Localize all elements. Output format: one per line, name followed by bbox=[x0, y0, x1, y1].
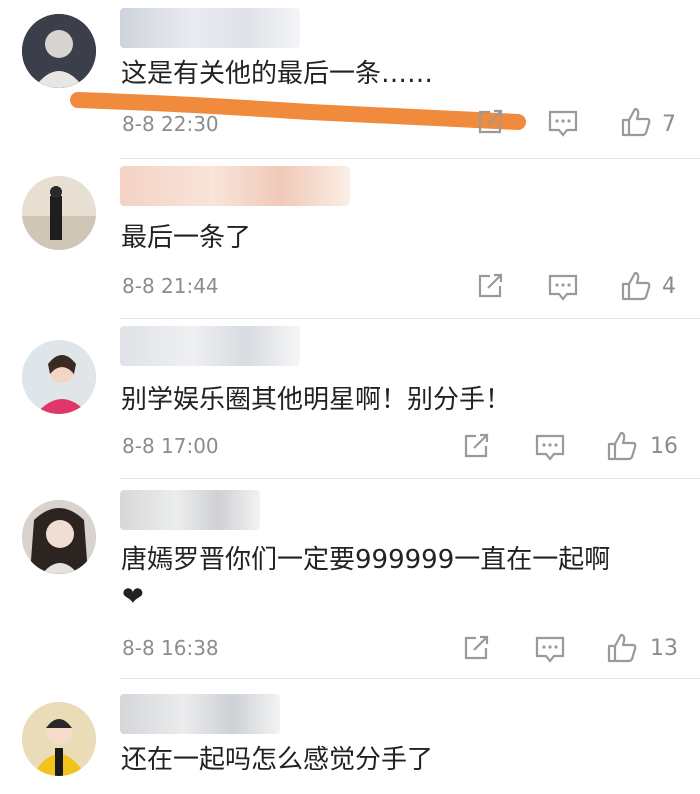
avatar[interactable] bbox=[22, 14, 96, 88]
comment-text: 最后一条了 bbox=[121, 223, 252, 253]
person-avatar-icon bbox=[22, 702, 96, 776]
like-count: 4 bbox=[662, 274, 676, 299]
comment-text: 唐嫣罗晋你们一定要999999一直在一起啊 bbox=[121, 545, 611, 575]
comment-time: 8-8 16:38 bbox=[122, 636, 219, 660]
heart-emoji: ❤ bbox=[122, 582, 144, 612]
like-count: 16 bbox=[650, 434, 678, 459]
divider bbox=[120, 158, 700, 159]
comment-icon[interactable] bbox=[534, 432, 566, 464]
share-icon[interactable] bbox=[460, 430, 492, 462]
divider bbox=[120, 478, 700, 479]
comment-item: 别学娱乐圈其他明星啊！别分手！ 8-8 17:00 16 bbox=[0, 320, 700, 480]
comment-icon[interactable] bbox=[547, 272, 579, 304]
avatar[interactable] bbox=[22, 500, 96, 574]
annotation-stroke bbox=[70, 92, 526, 130]
username-blurred[interactable] bbox=[120, 8, 300, 48]
share-icon[interactable] bbox=[460, 632, 492, 664]
comment-item: 这是有关他的最后一条…… 8-8 22:30 7 bbox=[0, 0, 700, 160]
share-icon[interactable] bbox=[474, 270, 506, 302]
comment-icon[interactable] bbox=[547, 108, 579, 140]
divider bbox=[120, 678, 700, 679]
like-icon[interactable] bbox=[620, 270, 652, 302]
comment-time: 8-8 17:00 bbox=[122, 434, 219, 458]
person-avatar-icon bbox=[22, 500, 96, 574]
person-avatar-icon bbox=[22, 340, 96, 414]
person-avatar-icon bbox=[22, 14, 96, 88]
username-blurred[interactable] bbox=[120, 694, 280, 734]
username-blurred[interactable] bbox=[120, 166, 350, 206]
avatar[interactable] bbox=[22, 340, 96, 414]
comment-time: 8-8 21:44 bbox=[122, 274, 219, 298]
like-count: 13 bbox=[650, 636, 678, 661]
like-icon[interactable] bbox=[606, 430, 638, 462]
like-count: 7 bbox=[662, 112, 676, 137]
like-icon[interactable] bbox=[620, 106, 652, 138]
avatar[interactable] bbox=[22, 176, 96, 250]
username-blurred[interactable] bbox=[120, 490, 260, 530]
avatar[interactable] bbox=[22, 702, 96, 776]
comment-text: 还在一起吗怎么感觉分手了 bbox=[121, 745, 434, 775]
divider bbox=[120, 318, 700, 319]
like-icon[interactable] bbox=[606, 632, 638, 664]
comment-text: 别学娱乐圈其他明星啊！别分手！ bbox=[121, 385, 512, 415]
comment-icon[interactable] bbox=[534, 634, 566, 666]
person-avatar-icon bbox=[22, 176, 96, 250]
share-icon[interactable] bbox=[474, 106, 506, 138]
comment-item: 唐嫣罗晋你们一定要999999一直在一起啊 ❤ 8-8 16:38 13 bbox=[0, 480, 700, 680]
comment-item: 最后一条了 8-8 21:44 4 bbox=[0, 160, 700, 320]
username-blurred[interactable] bbox=[120, 326, 300, 366]
comment-item: 还在一起吗怎么感觉分手了 bbox=[0, 680, 700, 794]
